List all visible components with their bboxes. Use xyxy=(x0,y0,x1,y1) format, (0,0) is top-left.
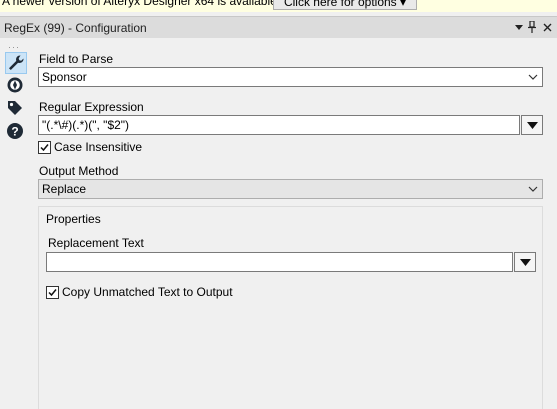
window-title: RegEx (99) - Configuration xyxy=(4,21,147,35)
annotation-tool-button[interactable] xyxy=(5,75,27,97)
case-insensitive-checkbox[interactable] xyxy=(38,141,51,154)
wrench-icon xyxy=(9,55,24,70)
pin-icon[interactable] xyxy=(525,19,539,35)
regular-expression-input[interactable]: "(.*\#)(.*)(", "$2") xyxy=(38,115,520,135)
properties-label: Properties xyxy=(46,212,101,226)
chevron-down-icon xyxy=(528,74,538,80)
case-insensitive-label[interactable]: Case Insensitive xyxy=(54,140,142,154)
output-method-select[interactable]: Replace xyxy=(38,179,543,199)
replacement-text-label: Replacement Text xyxy=(48,236,144,250)
regex-tokens-dropdown-button[interactable] xyxy=(521,115,543,135)
copy-unmatched-label[interactable]: Copy Unmatched Text to Output xyxy=(62,285,233,299)
dropdown-arrow-icon[interactable] xyxy=(512,19,526,35)
compass-icon xyxy=(7,77,23,93)
tool-strip: ··· ? xyxy=(0,38,30,409)
checkmark-icon xyxy=(48,289,57,297)
dropdown-arrow-icon xyxy=(520,259,531,266)
field-to-parse-value: Sponsor xyxy=(42,70,87,84)
copy-unmatched-checkbox[interactable] xyxy=(46,286,59,299)
chevron-down-icon xyxy=(528,186,538,192)
checkmark-icon xyxy=(40,144,49,152)
output-method-value: Replace xyxy=(42,182,87,196)
configuration-panel: Field to Parse Sponsor Regular Expressio… xyxy=(30,38,557,409)
update-options-button[interactable]: Click here for options ▾ xyxy=(273,0,417,10)
close-icon[interactable] xyxy=(540,19,554,35)
update-banner: A newer version of Alteryx Designer x64 … xyxy=(0,0,557,12)
properties-group: Properties Replacement Text Copy Unmatch… xyxy=(38,206,543,409)
help-tool-button[interactable]: ? xyxy=(5,121,27,143)
grip-icon: ··· xyxy=(8,42,20,52)
replacement-text-input[interactable] xyxy=(46,252,513,272)
help-icon: ? xyxy=(7,123,23,139)
dropdown-arrow-icon xyxy=(527,122,538,129)
output-method-label: Output Method xyxy=(39,164,119,178)
field-to-parse-select[interactable]: Sponsor xyxy=(38,67,543,87)
replacement-tokens-dropdown-button[interactable] xyxy=(514,252,536,272)
config-titlebar: RegEx (99) - Configuration xyxy=(0,16,557,38)
svg-text:?: ? xyxy=(11,125,18,139)
tag-icon xyxy=(8,101,22,115)
configuration-tool-button[interactable] xyxy=(5,52,27,74)
regular-expression-label: Regular Expression xyxy=(39,100,144,114)
field-to-parse-label: Field to Parse xyxy=(39,52,114,66)
metadata-tool-button[interactable] xyxy=(5,98,27,120)
update-message: A newer version of Alteryx Designer x64 … xyxy=(2,0,281,8)
